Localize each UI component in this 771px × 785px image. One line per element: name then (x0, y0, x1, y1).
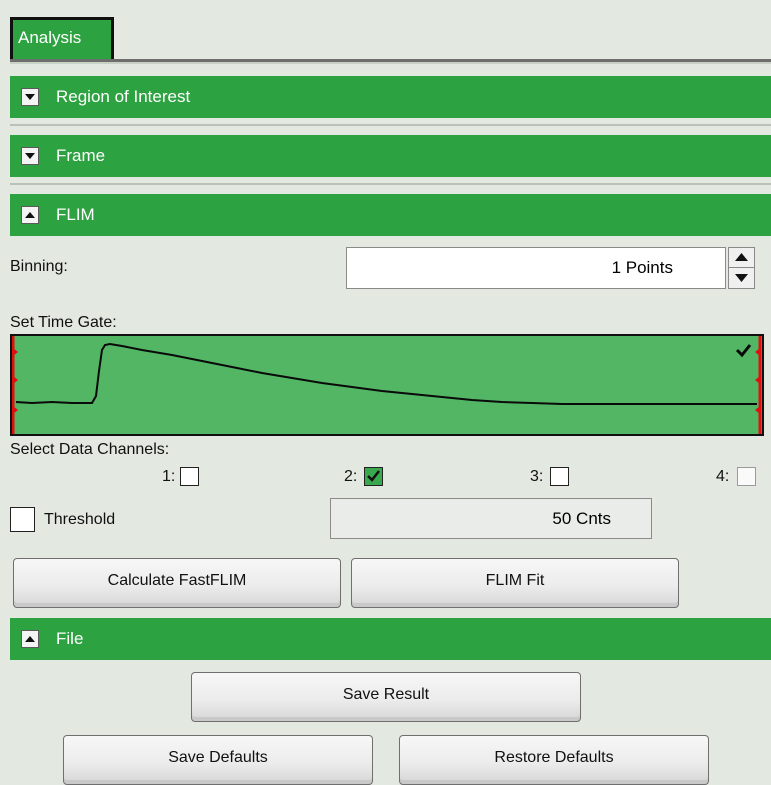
channel-3-label: 3: (530, 468, 544, 485)
spin-down-icon[interactable] (729, 268, 754, 288)
channel-2-checkbox[interactable] (364, 467, 383, 486)
time-gate-label: Set Time Gate: (10, 314, 117, 331)
section-title: File (56, 629, 84, 648)
channel-4-label: 4: (716, 468, 730, 485)
spin-up-icon[interactable] (729, 248, 754, 268)
expand-triangle-icon (21, 88, 39, 106)
decay-curve (15, 342, 757, 405)
channel-2-label: 2: (344, 468, 358, 485)
channel-1-checkbox[interactable] (180, 467, 199, 486)
section-divider (10, 124, 771, 126)
section-frame[interactable]: Frame (10, 135, 771, 177)
threshold-checkbox[interactable] (10, 507, 35, 532)
section-file[interactable]: File (10, 618, 771, 660)
section-divider (10, 183, 771, 185)
section-title: FLIM (56, 205, 95, 224)
expand-triangle-icon (21, 147, 39, 165)
channel-4-checkbox[interactable] (737, 467, 756, 486)
section-region-of-interest[interactable]: Region of Interest (10, 76, 771, 118)
flim-fit-button[interactable]: FLIM Fit (351, 558, 679, 608)
threshold-value-field[interactable]: 50 Cnts (330, 498, 652, 539)
binning-spinner[interactable] (728, 247, 755, 289)
channel-3-checkbox[interactable] (550, 467, 569, 486)
threshold-label: Threshold (44, 511, 116, 528)
section-title: Region of Interest (56, 87, 191, 106)
save-defaults-button[interactable]: Save Defaults (63, 735, 373, 785)
collapse-triangle-icon (21, 630, 39, 648)
channel-1-label: 1: (162, 468, 176, 485)
section-title: Frame (56, 146, 106, 165)
tab-analysis[interactable]: Analysis (10, 17, 114, 59)
data-channels-label: Select Data Channels: (10, 441, 170, 458)
tab-underline-shadow (10, 62, 771, 64)
checkmark-icon (735, 344, 752, 358)
calculate-fastflim-button[interactable]: Calculate FastFLIM (13, 558, 341, 608)
save-result-button[interactable]: Save Result (191, 672, 581, 722)
collapse-triangle-icon (21, 206, 39, 224)
binning-label: Binning: (10, 258, 68, 275)
section-flim[interactable]: FLIM (10, 194, 771, 236)
restore-defaults-button[interactable]: Restore Defaults (399, 735, 709, 785)
checkmark-icon (367, 470, 380, 482)
time-gate-plot[interactable] (10, 334, 764, 436)
binning-input[interactable]: 1 Points (346, 247, 726, 289)
